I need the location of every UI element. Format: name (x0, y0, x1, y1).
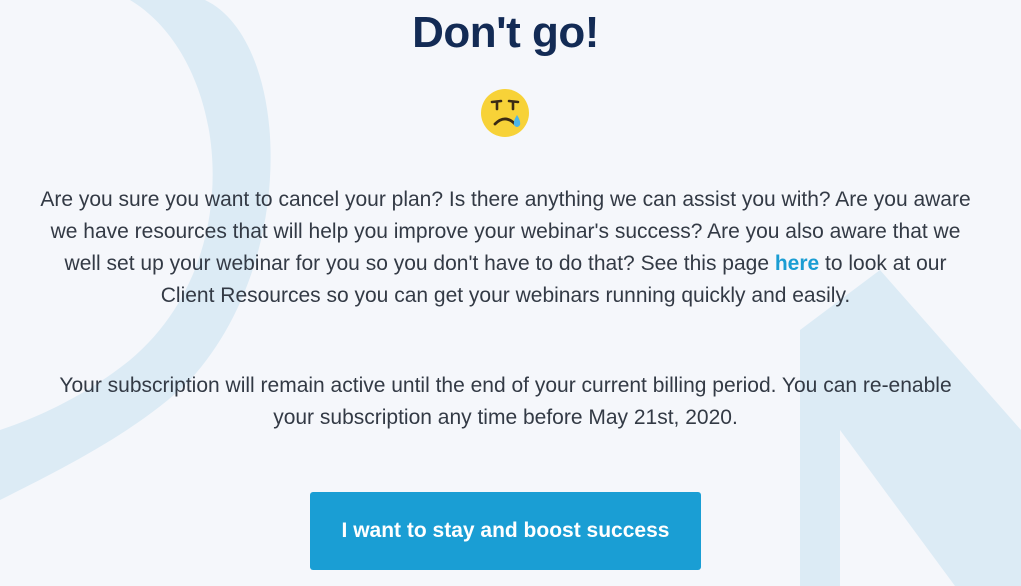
page-title: Don't go! (412, 8, 599, 57)
cancel-confirmation-panel: Don't go! Are you sure you want to cance… (0, 0, 1021, 586)
client-resources-link[interactable]: here (775, 252, 819, 275)
subscription-notice: Your subscription will remain active unt… (59, 374, 952, 429)
retention-message: Are you sure you want to cancel your pla… (40, 184, 971, 312)
crying-face-icon (481, 89, 529, 137)
stay-button[interactable]: I want to stay and boost success (310, 492, 701, 570)
